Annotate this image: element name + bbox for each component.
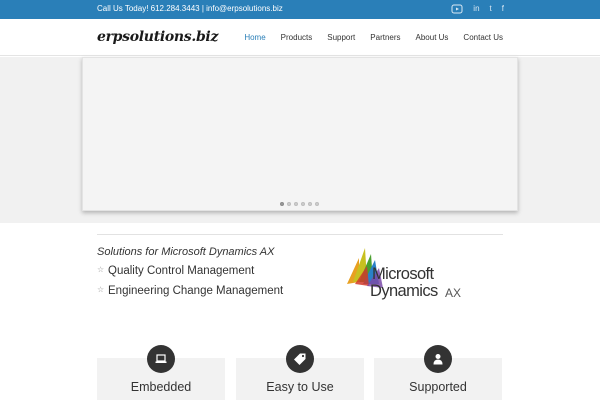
main-nav: Home Products Support Partners About Us … [229, 33, 503, 42]
list-item: ☆ Quality Control Management [97, 264, 283, 278]
nav-item-support[interactable]: Support [327, 33, 355, 42]
social-links: in t f [451, 3, 504, 15]
slider-dot[interactable] [301, 202, 305, 206]
nav-item-about-us[interactable]: About Us [416, 33, 449, 42]
logo-word-dynamics: Dynamics [370, 282, 438, 300]
slider-dot[interactable] [287, 202, 291, 206]
user-icon [433, 354, 443, 365]
star-icon: ☆ [97, 285, 105, 294]
nav-item-contact-us[interactable]: Contact Us [463, 33, 503, 42]
linkedin-icon[interactable]: in [473, 3, 479, 15]
site-logo[interactable]: erpsolutions.biz [97, 29, 218, 45]
feature-icon-circle [286, 345, 314, 373]
nav-item-home[interactable]: Home [244, 33, 265, 42]
solutions-section: Solutions for Microsoft Dynamics AX ☆ Qu… [97, 246, 283, 298]
feature-icon-circle [424, 345, 452, 373]
contact-info[interactable]: Call Us Today! 612.284.3443 | info@erpso… [97, 4, 283, 13]
list-item-label: Engineering Change Management [108, 285, 284, 297]
image-slider[interactable] [82, 57, 518, 211]
logo-word-ax: AX [445, 286, 462, 300]
twitter-icon[interactable]: t [490, 3, 492, 15]
slider-dot[interactable] [294, 202, 298, 206]
slider-dot[interactable] [315, 202, 319, 206]
star-icon: ☆ [97, 265, 105, 274]
feature-label: Supported [409, 380, 467, 394]
facebook-icon[interactable]: f [502, 3, 504, 15]
section-divider [97, 234, 503, 235]
list-item-label: Quality Control Management [108, 265, 255, 277]
tag-icon [294, 353, 306, 365]
site-header: erpsolutions.biz Home Products Support P… [0, 19, 600, 56]
slider-dot[interactable] [280, 202, 284, 206]
nav-item-products[interactable]: Products [281, 33, 313, 42]
list-item: ☆ Engineering Change Management [97, 284, 283, 298]
feature-label: Easy to Use [266, 380, 334, 394]
feature-icon-circle [147, 345, 175, 373]
feature-card-easy-to-use[interactable]: Easy to Use [236, 345, 364, 400]
top-bar: Call Us Today! 612.284.3443 | info@erpso… [0, 0, 600, 19]
slider-pagination [280, 202, 319, 206]
youtube-icon[interactable] [451, 3, 463, 15]
nav-item-partners[interactable]: Partners [370, 33, 400, 42]
feature-card-embedded[interactable]: Embedded [97, 345, 225, 400]
solutions-heading: Solutions for Microsoft Dynamics AX [97, 246, 275, 258]
slider-dot[interactable] [308, 202, 312, 206]
feature-label: Embedded [130, 380, 192, 394]
laptop-icon [155, 354, 167, 363]
feature-card-supported[interactable]: Supported [374, 345, 502, 400]
microsoft-dynamics-logo: Microsoft Dynamics AX [345, 246, 465, 302]
